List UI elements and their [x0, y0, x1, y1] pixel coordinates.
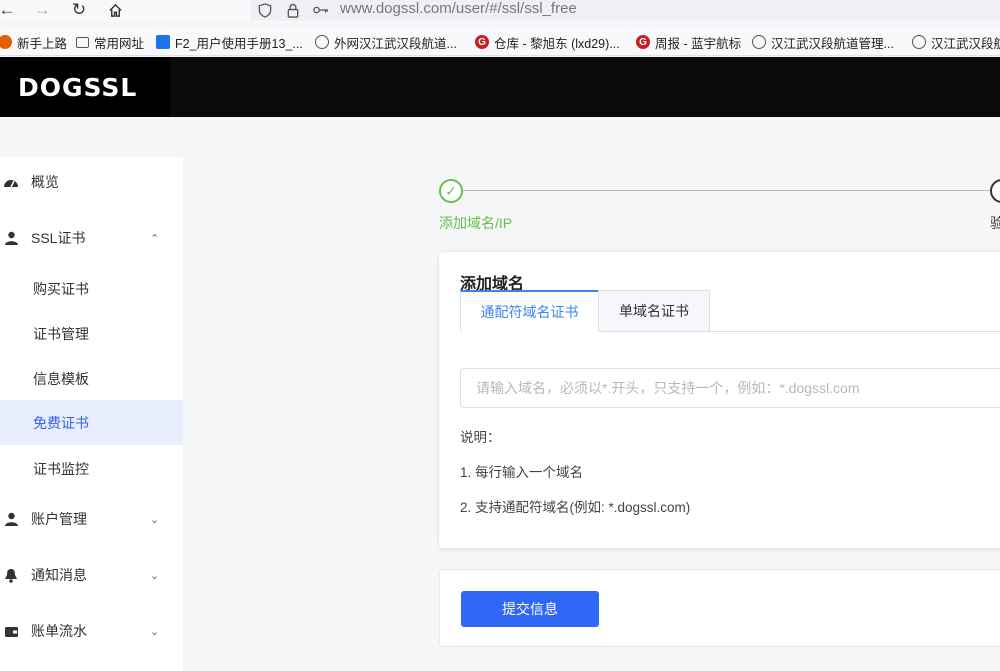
- bookmark-item[interactable]: G 周报 - 蓝宇航标: [636, 28, 741, 56]
- step-2-label: 验: [990, 215, 1000, 231]
- logo-text: DOGSSL: [18, 72, 138, 102]
- doc-icon: [156, 35, 170, 49]
- sidebar-item-label: 概览: [31, 174, 59, 190]
- bookmarks-bar: 新手上路 常用网址 F2_用户使用手册13_... 外网汉江武汉段航道... G…: [0, 28, 1000, 56]
- shield-icon[interactable]: [258, 0, 272, 20]
- chevron-down-icon: ⌄: [150, 513, 160, 526]
- tab-single-domain[interactable]: 单域名证书: [598, 290, 710, 332]
- bookmark-item[interactable]: 常用网址: [76, 28, 144, 56]
- bookmark-item[interactable]: 外网汉江武汉段航道...: [315, 28, 457, 56]
- sidebar-item-label: 账单流水: [31, 623, 87, 639]
- bookmark-item[interactable]: 新手上路: [0, 28, 67, 56]
- sidebar-item-info-template[interactable]: 信息模板: [0, 356, 183, 401]
- note-line: 2. 支持通配符域名(例如: *.dogssl.com): [460, 500, 691, 515]
- step-2-circle: [990, 179, 1000, 203]
- firefox-icon: [0, 35, 12, 49]
- note-line: 1. 每行输入一个域名: [460, 465, 584, 480]
- sidebar-item-label: 信息模板: [33, 370, 89, 387]
- check-icon: ✓: [439, 179, 463, 203]
- key-icon[interactable]: [313, 0, 329, 20]
- forward-icon[interactable]: →: [31, 0, 53, 20]
- sidebar-item-label: 购买证书: [33, 280, 89, 297]
- bookmark-item[interactable]: G 仓库 - 黎旭东 (lxd29)...: [475, 28, 620, 56]
- sidebar-item-cert-monitor[interactable]: 证书监控: [0, 446, 183, 491]
- bookmark-label: F2_用户使用手册13_...: [175, 36, 303, 51]
- app-header: DOGSSL: [0, 57, 1000, 117]
- lock-icon[interactable]: [287, 0, 299, 20]
- sidebar-item-billing[interactable]: 账单流水 ⌄: [0, 608, 183, 654]
- bookmark-item[interactable]: 汉江武汉段航道管理...: [752, 28, 894, 56]
- bookmark-label: 新手上路: [17, 36, 68, 51]
- chevron-down-icon: ⌄: [150, 625, 160, 638]
- submit-panel: 提交信息: [439, 569, 1000, 647]
- sidebar-item-label: 证书监控: [33, 460, 89, 477]
- folder-icon: [76, 36, 89, 48]
- sidebar-item-account[interactable]: 账户管理 ⌄: [0, 496, 183, 542]
- sidebar-item-overview[interactable]: 概览: [0, 159, 183, 205]
- globe-icon: [315, 35, 329, 49]
- user-cert-icon: [3, 230, 19, 246]
- submit-button[interactable]: 提交信息: [461, 591, 599, 627]
- home-icon[interactable]: [104, 0, 126, 20]
- url-text[interactable]: www.dogssl.com/user/#/ssl/ssl_free: [340, 0, 577, 18]
- domain-input[interactable]: [460, 368, 1000, 408]
- step-1-label: 添加域名/IP: [439, 215, 513, 231]
- step-connector: [463, 190, 993, 191]
- sidebar-item-label: 免费证书: [33, 414, 89, 431]
- bookmark-label: 仓库 - 黎旭东 (lxd29)...: [494, 36, 620, 51]
- gitee-icon: G: [475, 35, 489, 49]
- bookmark-label: 周报 - 蓝宇航标: [655, 36, 742, 51]
- bookmark-item[interactable]: F2_用户使用手册13_...: [156, 28, 303, 56]
- bell-icon: [3, 567, 19, 583]
- cert-type-tabs: 通配符域名证书 单域名证书: [460, 290, 1000, 332]
- sidebar-item-notifications[interactable]: 通知消息 ⌄: [0, 552, 183, 598]
- globe-icon: [912, 35, 926, 49]
- bookmark-item[interactable]: 汉江武汉段航: [912, 28, 1000, 56]
- dashboard-icon: [3, 174, 19, 190]
- sidebar-item-buy-cert[interactable]: 购买证书: [0, 266, 183, 311]
- sidebar-item-free-cert[interactable]: 免费证书: [0, 400, 183, 445]
- tab-wildcard[interactable]: 通配符域名证书: [460, 290, 599, 332]
- sidebar-item-label: 账户管理: [31, 511, 87, 527]
- bookmark-label: 外网汉江武汉段航道...: [334, 36, 457, 51]
- reload-icon[interactable]: ↻: [68, 0, 90, 20]
- sidebar-item-label: SSL证书: [31, 230, 86, 246]
- back-icon[interactable]: ←: [0, 0, 18, 20]
- person-icon: [3, 511, 19, 527]
- bookmark-label: 常用网址: [94, 36, 145, 51]
- wallet-icon: [3, 623, 19, 639]
- add-domain-card: 添加域名 通配符域名证书 单域名证书 说明： 1. 每行输入一个域名 2. 支持…: [439, 252, 1000, 548]
- sidebar-item-cert-manage[interactable]: 证书管理: [0, 311, 183, 356]
- bookmark-label: 汉江武汉段航道管理...: [771, 36, 894, 51]
- note-heading: 说明：: [460, 430, 501, 445]
- bookmark-label: 汉江武汉段航: [931, 36, 1000, 51]
- chevron-down-icon: ⌄: [150, 569, 160, 582]
- globe-icon: [752, 35, 766, 49]
- sidebar-item-label: 通知消息: [31, 567, 87, 583]
- sidebar-item-label: 证书管理: [33, 325, 89, 342]
- sidebar-item-ssl[interactable]: SSL证书 ⌃: [0, 215, 183, 261]
- sidebar: 概览 SSL证书 ⌃ 购买证书 证书管理 信息模板 免费证书 证书监控 账户管理…: [0, 157, 183, 671]
- browser-toolbar: ← → ↻ www.dogssl.com/user/#/ssl/ssl_free: [0, 0, 1000, 22]
- gitee-icon: G: [636, 35, 650, 49]
- logo[interactable]: DOGSSL: [0, 57, 170, 117]
- chevron-up-icon: ⌃: [150, 232, 160, 245]
